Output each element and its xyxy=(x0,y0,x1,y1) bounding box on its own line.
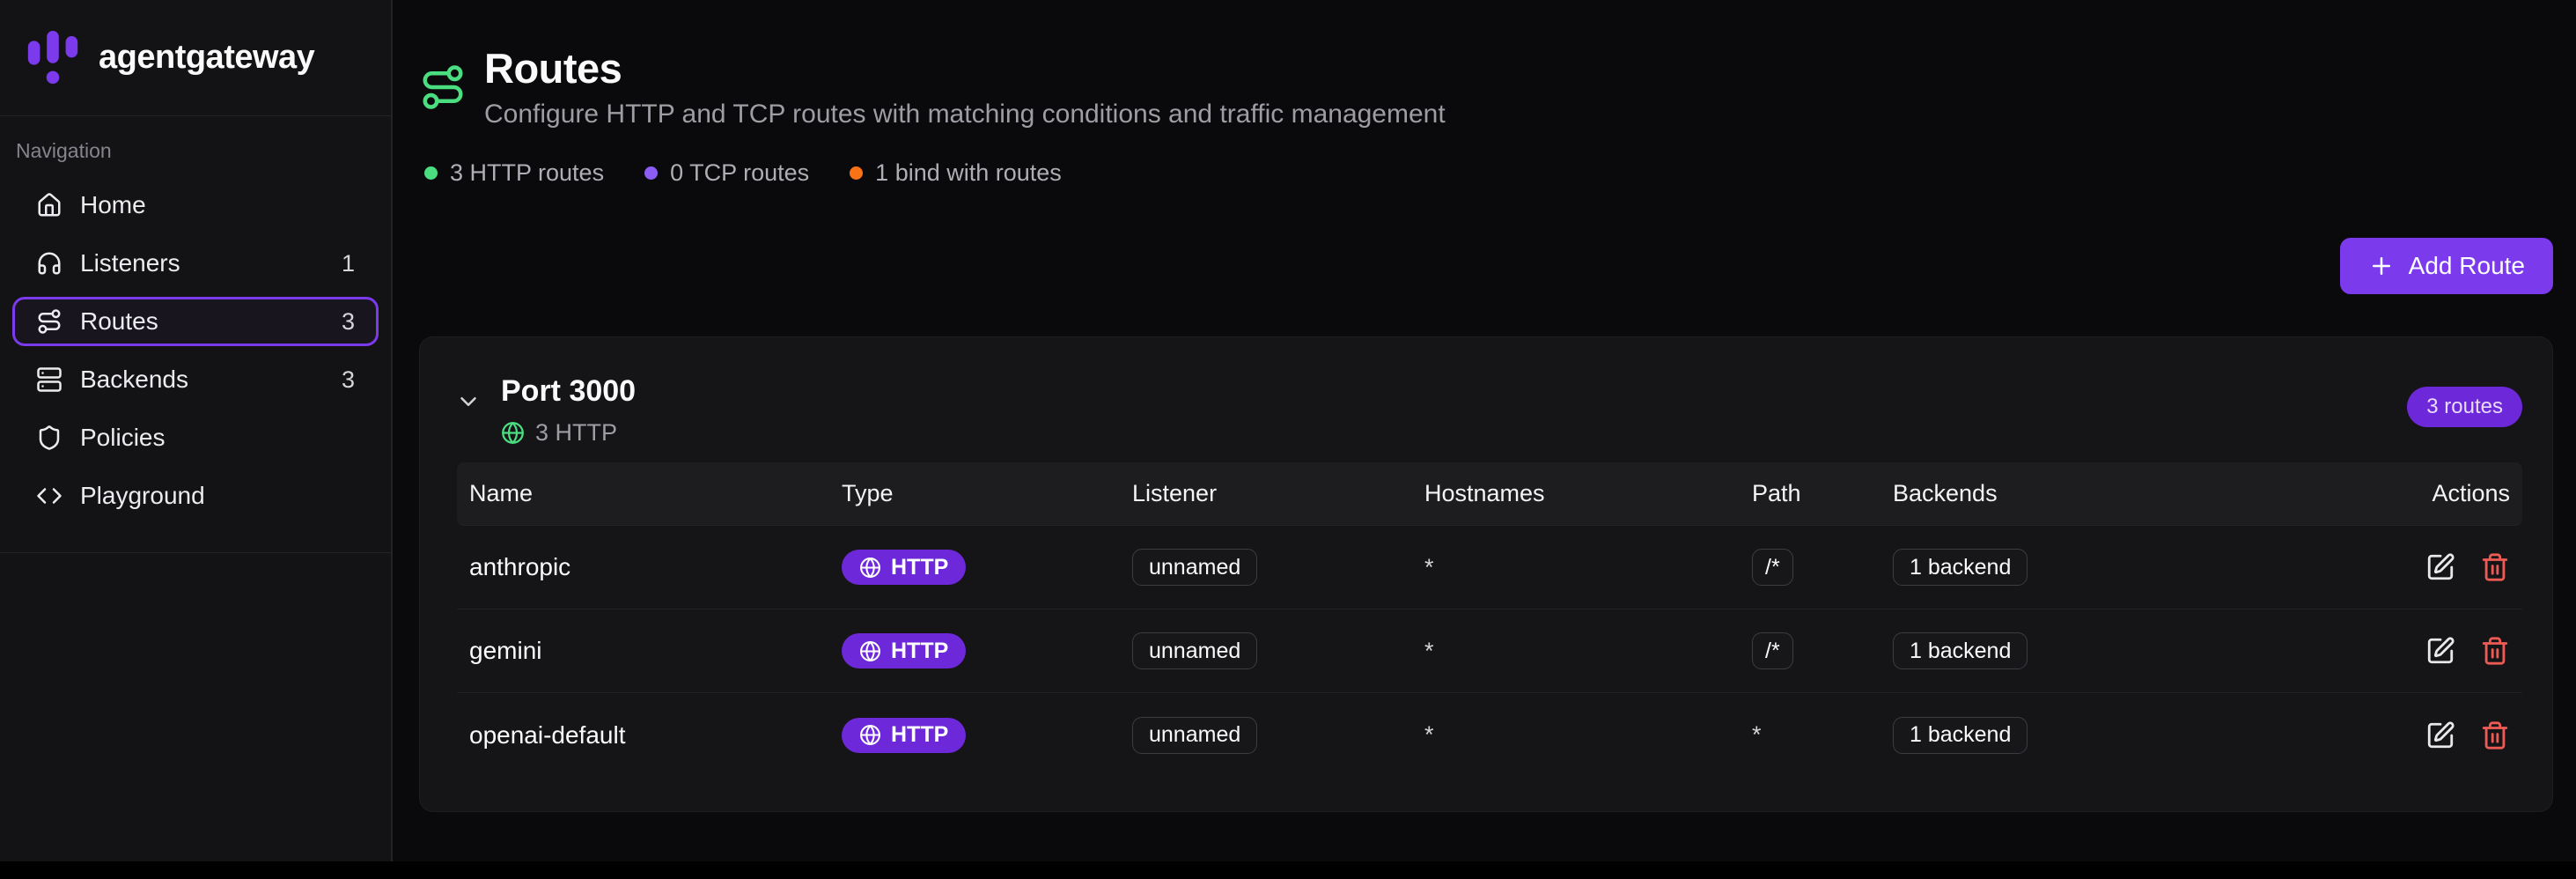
backends-badge: 1 backend xyxy=(1893,632,2028,669)
main-content: Routes Configure HTTP and TCP routes wit… xyxy=(393,0,2576,861)
routes-table: Name Type Listener Hostnames Path Backen… xyxy=(457,462,2522,777)
stat-label: 0 TCP routes xyxy=(670,159,809,187)
add-route-label: Add Route xyxy=(2409,252,2525,280)
app-title: agentgateway xyxy=(99,39,314,77)
table-header-row: Name Type Listener Hostnames Path Backen… xyxy=(457,462,2522,526)
chevron-down-icon[interactable] xyxy=(455,388,482,415)
nav-section-label: Navigation xyxy=(12,139,379,163)
column-header-listener: Listener xyxy=(1132,480,1424,507)
table-row: gemini HTTP unnamed * /* 1 backend xyxy=(457,609,2522,693)
path-badge: /* xyxy=(1752,632,1793,669)
green-dot-icon xyxy=(424,166,438,180)
window-bottom-strip xyxy=(0,861,2576,879)
edit-route-button[interactable] xyxy=(2425,552,2455,582)
table-row: anthropic HTTP unnamed * /* 1 backend xyxy=(457,526,2522,609)
add-route-button[interactable]: Add Route xyxy=(2340,238,2553,294)
stat-http-routes: 3 HTTP routes xyxy=(424,159,604,187)
http-type-badge: HTTP xyxy=(842,633,966,668)
app-window: agentgateway Navigation Home Listeners 1 xyxy=(0,0,2576,861)
nav-list: Home Listeners 1 Routes 3 xyxy=(12,181,379,521)
port-group-card: Port 3000 3 HTTP 3 routes Name Type List… xyxy=(419,336,2553,812)
port-group-subtitle: 3 HTTP xyxy=(501,419,636,447)
delete-route-button[interactable] xyxy=(2480,720,2510,750)
plus-icon xyxy=(2368,253,2395,279)
delete-route-button[interactable] xyxy=(2480,636,2510,666)
column-header-type: Type xyxy=(842,480,1132,507)
sidebar-item-policies[interactable]: Policies xyxy=(12,413,379,462)
edit-route-button[interactable] xyxy=(2425,636,2455,666)
port-group-header: Port 3000 3 HTTP 3 routes xyxy=(420,337,2552,447)
globe-icon xyxy=(859,557,881,579)
column-header-path: Path xyxy=(1752,480,1893,507)
page-header: Routes Configure HTTP and TCP routes wit… xyxy=(419,44,2553,129)
listener-badge: unnamed xyxy=(1132,717,1257,754)
route-name: openai-default xyxy=(469,721,842,750)
sidebar-item-routes[interactable]: Routes 3 xyxy=(12,297,379,346)
listener-badge: unnamed xyxy=(1132,549,1257,586)
route-icon xyxy=(36,308,63,335)
sidebar-item-label: Home xyxy=(80,191,146,219)
sidebar-item-label: Listeners xyxy=(80,249,180,277)
column-header-backends: Backends xyxy=(1893,480,2412,507)
table-row: openai-default HTTP unnamed * * 1 backen… xyxy=(457,693,2522,777)
sidebar-item-listeners[interactable]: Listeners 1 xyxy=(12,239,379,288)
column-header-actions: Actions xyxy=(2412,480,2510,507)
port-group-http-count: 3 HTTP xyxy=(535,419,617,447)
purple-dot-icon xyxy=(644,166,658,180)
backends-badge: 1 backend xyxy=(1893,549,2028,586)
nav-section: Navigation Home Listeners 1 xyxy=(0,116,391,553)
backends-badge: 1 backend xyxy=(1893,717,2028,754)
home-icon xyxy=(36,192,63,218)
stat-label: 1 bind with routes xyxy=(875,159,1062,187)
sidebar-item-label: Routes xyxy=(80,307,158,336)
server-icon xyxy=(36,366,63,393)
sidebar-item-label: Playground xyxy=(80,482,205,510)
sidebar-item-count: 3 xyxy=(342,308,355,336)
globe-icon xyxy=(859,724,881,746)
sidebar-item-playground[interactable]: Playground xyxy=(12,471,379,521)
globe-icon xyxy=(501,421,525,445)
port-group-title: Port 3000 xyxy=(501,374,636,409)
route-name: anthropic xyxy=(469,553,842,581)
globe-icon xyxy=(859,640,881,662)
route-icon xyxy=(419,63,467,111)
app-logo[interactable]: agentgateway xyxy=(0,0,391,116)
path-value: * xyxy=(1752,721,1762,748)
headphones-icon xyxy=(36,250,63,277)
toolbar: Add Route xyxy=(419,238,2553,294)
edit-route-button[interactable] xyxy=(2425,720,2455,750)
http-type-badge: HTTP xyxy=(842,550,966,585)
listener-badge: unnamed xyxy=(1132,632,1257,669)
sidebar-item-backends[interactable]: Backends 3 xyxy=(12,355,379,404)
agentgateway-logo-icon xyxy=(19,25,86,92)
sidebar: agentgateway Navigation Home Listeners 1 xyxy=(0,0,393,861)
orange-dot-icon xyxy=(850,166,863,180)
route-name: gemini xyxy=(469,637,842,665)
sidebar-item-count: 3 xyxy=(342,366,355,394)
hostnames-value: * xyxy=(1424,638,1434,664)
stats-row: 3 HTTP routes 0 TCP routes 1 bind with r… xyxy=(424,159,2553,187)
page-subtitle: Configure HTTP and TCP routes with match… xyxy=(484,100,1446,129)
shield-icon xyxy=(36,425,63,451)
sidebar-item-label: Backends xyxy=(80,366,188,394)
sidebar-item-home[interactable]: Home xyxy=(12,181,379,230)
http-type-badge: HTTP xyxy=(842,718,966,753)
sidebar-item-label: Policies xyxy=(80,424,165,452)
path-badge: /* xyxy=(1752,549,1793,586)
code-icon xyxy=(36,483,63,509)
sidebar-item-count: 1 xyxy=(342,250,355,277)
stat-binds: 1 bind with routes xyxy=(850,159,1062,187)
stat-label: 3 HTTP routes xyxy=(450,159,604,187)
page-title: Routes xyxy=(484,44,1446,92)
hostnames-value: * xyxy=(1424,721,1434,748)
routes-count-badge: 3 routes xyxy=(2407,387,2522,427)
hostnames-value: * xyxy=(1424,554,1434,580)
delete-route-button[interactable] xyxy=(2480,552,2510,582)
stat-tcp-routes: 0 TCP routes xyxy=(644,159,809,187)
column-header-hostnames: Hostnames xyxy=(1424,480,1752,507)
column-header-name: Name xyxy=(469,480,842,507)
